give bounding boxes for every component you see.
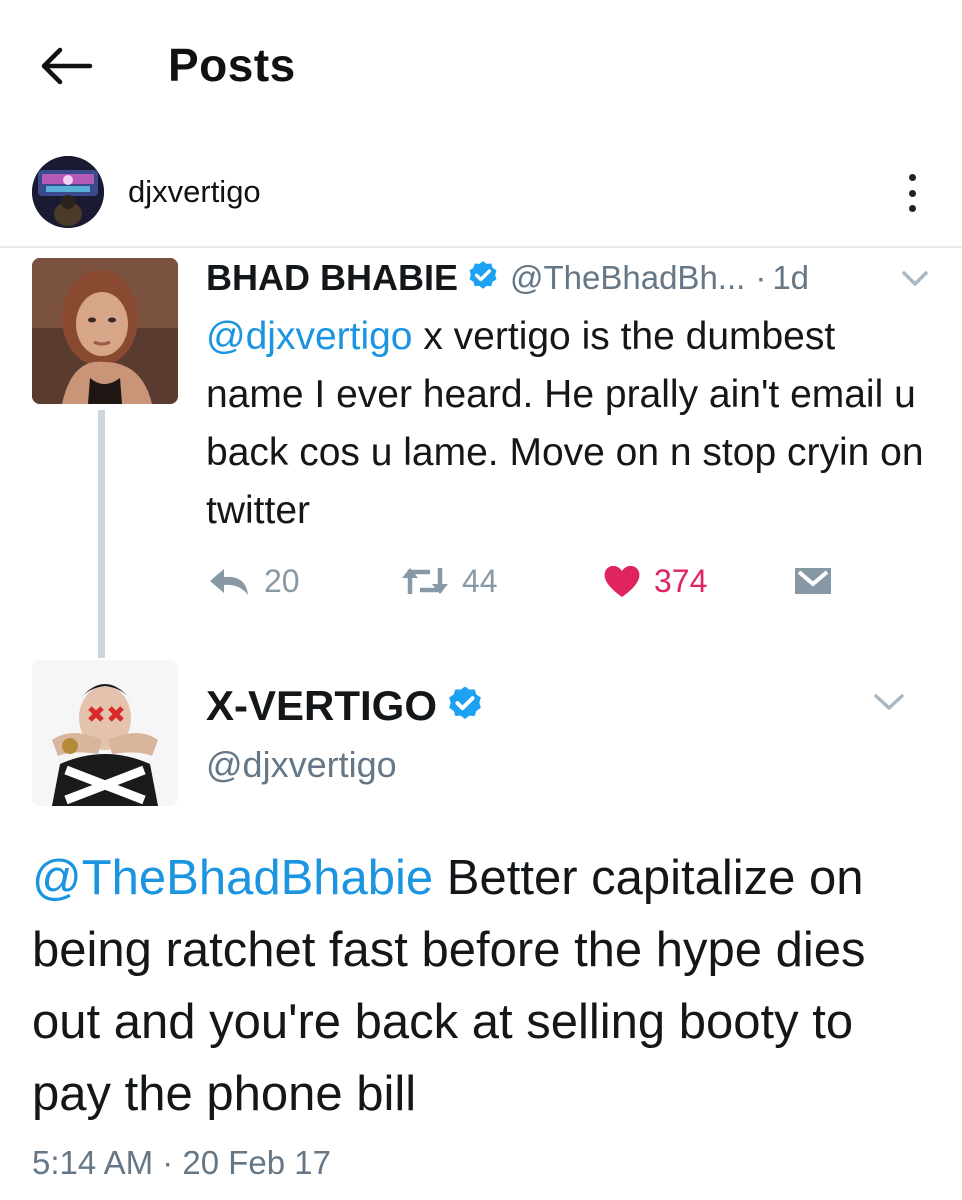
more-options-button[interactable] — [892, 168, 932, 218]
direct-message-button[interactable] — [792, 556, 834, 606]
post-header: djxvertigo — [0, 148, 962, 240]
tweet-menu-button[interactable] — [900, 268, 930, 295]
chevron-down-icon — [874, 694, 904, 710]
reply-button[interactable]: 20 — [206, 556, 300, 606]
post-username[interactable]: djxvertigo — [128, 174, 261, 210]
page-title: Posts — [168, 39, 296, 91]
more-dot-icon — [908, 174, 916, 181]
chevron-down-icon — [902, 271, 928, 286]
retweet-count: 44 — [462, 562, 498, 599]
more-dot-icon — [908, 205, 916, 212]
like-button[interactable]: 374 — [602, 556, 707, 606]
main-tweet-text: @TheBhadBhabie Better capitalize on bein… — [32, 842, 944, 1130]
reply-icon — [210, 569, 248, 595]
tweet-actions: 20 44 374 — [206, 556, 846, 606]
reply-parent-header: BHAD BHABIE @TheBhadBh... · 1d — [206, 256, 809, 300]
reply-parent-handle[interactable]: @TheBhadBh... — [510, 259, 745, 297]
heart-icon — [604, 565, 640, 597]
avatar[interactable] — [32, 156, 104, 228]
more-dot-icon — [908, 189, 916, 197]
tweet-menu-button[interactable] — [872, 690, 906, 719]
arrow-left-icon — [41, 47, 93, 85]
reply-parent-time: 1d — [772, 259, 810, 296]
main-tweet-avatar[interactable] — [32, 660, 178, 806]
app-header: Posts — [0, 0, 962, 130]
verified-badge-icon — [445, 684, 485, 729]
main-tweet-handle[interactable]: @djxvertigo — [206, 744, 397, 786]
divider — [0, 246, 962, 248]
reply-parent-name[interactable]: BHAD BHABIE — [206, 257, 458, 299]
reply-parent-avatar[interactable] — [32, 258, 178, 404]
retweet-button[interactable]: 44 — [400, 556, 498, 606]
like-count: 374 — [654, 562, 708, 599]
mention-link[interactable]: @djxvertigo — [206, 315, 413, 358]
back-button[interactable] — [36, 40, 96, 92]
main-tweet-name[interactable]: X-VERTIGO — [206, 682, 437, 730]
reply-parent-text: @djxvertigo x vertigo is the dumbest nam… — [206, 308, 942, 540]
verified-badge-icon — [466, 259, 500, 298]
direct-message-icon — [795, 568, 831, 594]
main-tweet-name-row: X-VERTIGO — [206, 682, 485, 730]
mention-link[interactable]: @TheBhadBhabie — [32, 851, 433, 905]
reply-count: 20 — [264, 562, 300, 599]
tweet-timestamp: 5:14 AM · 20 Feb 17 — [32, 1144, 332, 1181]
thread-connector-line — [98, 410, 105, 658]
separator-dot: · — [755, 259, 767, 296]
retweet-icon — [402, 568, 448, 594]
